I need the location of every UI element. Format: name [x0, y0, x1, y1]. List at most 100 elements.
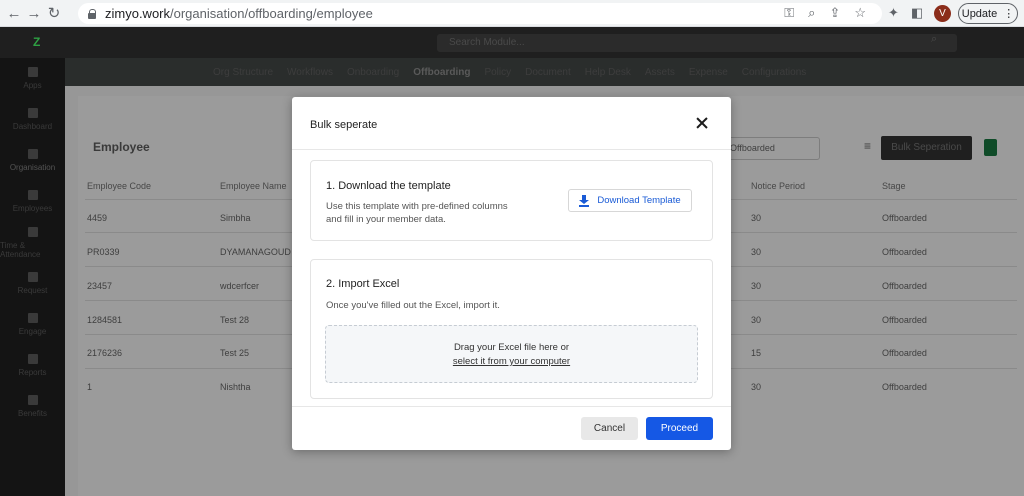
more-menu-icon: ⋮: [1003, 8, 1015, 20]
cell-stage: Offboarded: [882, 213, 927, 223]
cell-notice: 15: [751, 348, 762, 358]
filter-icon[interactable]: ≡: [864, 139, 871, 153]
excel-icon[interactable]: [984, 139, 997, 156]
menu-item[interactable]: Document: [525, 67, 571, 78]
cell-notice: 30: [751, 382, 762, 392]
download-template-label: Download Template: [597, 195, 681, 206]
step1-heading: 1. Download the template: [326, 180, 451, 192]
calendar-icon: [27, 226, 38, 237]
menu-item[interactable]: Assets: [645, 67, 675, 78]
reports-icon: [27, 354, 38, 364]
apps-icon: [27, 67, 38, 77]
divider: [292, 406, 731, 407]
cell-name: wdcerfcer: [220, 281, 260, 291]
cell-notice: 30: [751, 315, 762, 325]
employees-icon: [27, 190, 38, 200]
close-icon[interactable]: [694, 115, 711, 132]
profile-avatar[interactable]: V: [934, 5, 951, 22]
page-title: Employee: [93, 140, 150, 154]
proceed-button[interactable]: Proceed: [646, 417, 713, 440]
excel-dropzone[interactable]: Drag your Excel file here or select it f…: [325, 325, 698, 383]
modal-body: 1. Download the template Use this templa…: [292, 150, 731, 406]
sidebar-item-apps[interactable]: Apps: [0, 58, 65, 99]
bulk-separate-modal: Bulk seperate 1. Download the template U…: [292, 97, 731, 450]
dropzone-text: Drag your Excel file here or: [453, 342, 570, 353]
reload-icon[interactable]: ↻: [44, 4, 64, 22]
menu-item[interactable]: Policy: [484, 67, 511, 78]
zimyo-logo-icon: Z: [33, 35, 41, 49]
column-header: Notice Period: [751, 181, 806, 191]
menu-item[interactable]: Configurations: [742, 67, 806, 78]
cell-notice: 30: [751, 247, 762, 257]
cell-code: 4459: [87, 213, 108, 223]
cell-code: PR0339: [87, 247, 120, 257]
sidebar-item-employees[interactable]: Employees: [0, 181, 65, 222]
module-search-input[interactable]: Search Module...: [437, 34, 957, 52]
engage-icon: [27, 313, 38, 323]
sidebar-item-organisation[interactable]: Organisation: [0, 140, 65, 181]
organisation-icon: [27, 149, 38, 159]
request-icon: [27, 272, 38, 282]
step1-text-line2: and fill in your member data.: [326, 214, 446, 225]
search-icon[interactable]: ⌕: [931, 33, 937, 46]
cell-name: Nishtha: [220, 382, 251, 392]
browser-toolbar: ← → ↻ zimyo.work/organisation/offboardin…: [0, 0, 1024, 27]
sidebar-item-benefits[interactable]: Benefits: [0, 386, 65, 427]
cell-stage: Offboarded: [882, 382, 927, 392]
sidebar-item-dashboard[interactable]: Dashboard: [0, 99, 65, 140]
cell-name: DYAMANAGOUD: [220, 247, 291, 257]
sidebar-item-engage[interactable]: Engage: [0, 304, 65, 345]
key-icon[interactable]: ⚿: [784, 5, 794, 21]
column-header: Employee Name: [220, 181, 287, 191]
star-icon[interactable]: ☆: [854, 5, 866, 21]
step2-heading: 2. Import Excel: [326, 278, 400, 290]
cell-stage: Offboarded: [882, 281, 927, 291]
update-label: Update: [961, 7, 998, 20]
menu-item-active[interactable]: Offboarding: [413, 67, 470, 78]
forward-arrow-icon[interactable]: →: [24, 5, 44, 22]
sidebar: Apps Dashboard Organisation Employees Ti…: [0, 58, 65, 496]
cell-stage: Offboarded: [882, 247, 927, 257]
download-template-card: 1. Download the template Use this templa…: [310, 160, 713, 241]
stage-filter-select[interactable]: Offboarded: [723, 137, 820, 160]
back-arrow-icon[interactable]: ←: [4, 5, 24, 22]
update-button[interactable]: Update ⋮: [958, 3, 1018, 24]
column-header: Employee Code: [87, 181, 152, 191]
bulk-separation-button[interactable]: Bulk Seperation: [881, 136, 972, 160]
cell-name: Test 25: [220, 348, 250, 358]
modal-title: Bulk seperate: [310, 119, 378, 131]
menu-item[interactable]: Onboarding: [347, 67, 399, 78]
cell-notice: 30: [751, 281, 762, 291]
dashboard-icon: [27, 108, 38, 118]
share-icon[interactable]: ⇪: [829, 5, 840, 21]
select-file-link[interactable]: select it from your computer: [453, 356, 570, 367]
menu-item[interactable]: Workflows: [287, 67, 333, 78]
menu-item[interactable]: Expense: [689, 67, 728, 78]
cell-stage: Offboarded: [882, 348, 927, 358]
cell-notice: 30: [751, 213, 762, 223]
cell-code: 23457: [87, 281, 113, 291]
cancel-button[interactable]: Cancel: [581, 417, 638, 440]
menu-item[interactable]: Org Structure: [213, 67, 273, 78]
download-template-button[interactable]: Download Template: [568, 189, 692, 212]
column-header: Stage: [882, 181, 906, 191]
cell-code: 1: [87, 382, 93, 392]
cell-stage: Offboarded: [882, 315, 927, 325]
side-panel-icon[interactable]: ◧: [911, 5, 923, 21]
step1-text-line1: Use this template with pre-defined colum…: [326, 201, 508, 212]
download-icon: [579, 195, 590, 207]
import-excel-card: 2. Import Excel Once you've filled out t…: [310, 259, 713, 399]
module-menu: Org Structure Workflows Onboarding Offbo…: [65, 58, 1024, 86]
address-bar[interactable]: zimyo.work/organisation/offboarding/empl…: [78, 3, 882, 24]
sidebar-item-reports[interactable]: Reports: [0, 345, 65, 386]
step2-text: Once you've filled out the Excel, import…: [326, 300, 500, 311]
menu-item[interactable]: Help Desk: [585, 67, 631, 78]
extensions-icon[interactable]: ✦: [888, 5, 899, 21]
cell-name: Test 28: [220, 315, 250, 325]
sidebar-item-request[interactable]: Request: [0, 263, 65, 304]
benefits-icon: [27, 395, 38, 405]
sidebar-item-time[interactable]: Time & Attendance: [0, 222, 65, 263]
url-text: zimyo.work/organisation/offboarding/empl…: [105, 6, 373, 21]
lock-icon: [88, 9, 97, 19]
zoom-icon[interactable]: ⌕: [808, 5, 815, 21]
